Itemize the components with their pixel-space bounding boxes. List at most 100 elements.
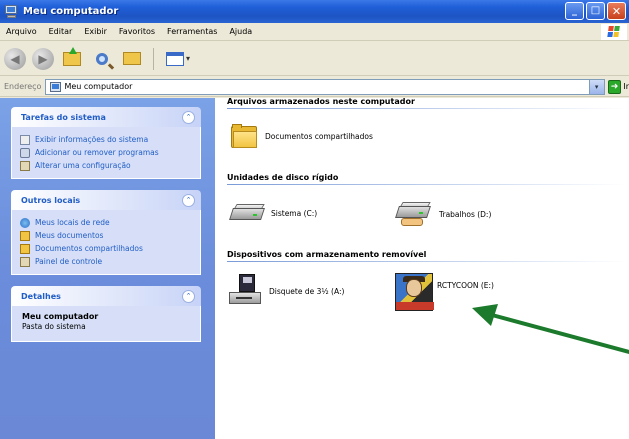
forward-arrow-icon: ▶: [38, 51, 48, 66]
system-tasks-header[interactable]: Tarefas do sistema ⌃: [11, 107, 201, 127]
item-label: RCTYCOON (E:): [437, 280, 494, 290]
chevron-down-icon: ▾: [594, 82, 599, 91]
details-item-type: Pasta do sistema: [22, 322, 86, 331]
group-divider: [227, 261, 627, 262]
menu-arquivo[interactable]: Arquivo: [0, 27, 43, 36]
menu-ajuda[interactable]: Ajuda: [223, 27, 258, 36]
place-shared-documents[interactable]: Documentos compartilhados: [20, 242, 192, 255]
chevron-down-icon: ▾: [185, 54, 190, 63]
folders-icon: [123, 52, 141, 65]
address-input[interactable]: Meu computador ▾: [45, 78, 605, 95]
place-my-documents[interactable]: Meus documentos: [20, 229, 192, 242]
go-button[interactable]: ➜: [607, 79, 622, 94]
drive-c-item[interactable]: Sistema (C:): [229, 202, 317, 224]
group-divider: [227, 184, 627, 185]
rollercoaster-tycoon-cd-icon: [395, 273, 434, 311]
item-label: Documentos compartilhados: [265, 131, 373, 141]
menu-ferramentas[interactable]: Ferramentas: [161, 27, 223, 36]
task-pane: Tarefas do sistema ⌃ Exibir informações …: [0, 98, 215, 439]
folder-icon: [231, 124, 259, 148]
item-label: Trabalhos (D:): [439, 209, 492, 219]
my-documents-icon: [20, 230, 30, 241]
maximize-button[interactable]: □: [586, 2, 605, 20]
task-label: Alterar uma configuração: [35, 161, 131, 170]
panel-title: Tarefas do sistema: [21, 112, 106, 122]
title-bar[interactable]: Meu computador _ □ ✕: [0, 0, 629, 23]
system-tasks-panel: Tarefas do sistema ⌃ Exibir informações …: [11, 107, 201, 179]
other-places-panel: Outros locais ⌃ Meus locais de rede Meus…: [11, 190, 201, 275]
menu-bar: Arquivo Editar Exibir Favoritos Ferramen…: [0, 23, 629, 41]
task-label: Adicionar ou remover programas: [35, 148, 159, 157]
other-places-header[interactable]: Outros locais ⌃: [11, 190, 201, 210]
network-places-icon: [20, 217, 30, 228]
folders-button[interactable]: [120, 47, 144, 71]
go-arrow-icon: ➜: [610, 81, 619, 92]
other-places-body: Meus locais de rede Meus documentos Docu…: [11, 210, 201, 275]
place-label: Painel de controle: [35, 257, 103, 266]
control-panel-icon: [20, 256, 30, 267]
group-header: Dispositivos com armazenamento removível: [227, 250, 427, 259]
place-label: Meus documentos: [35, 231, 104, 240]
drive-a-item[interactable]: Disquete de 3½ (A:): [229, 274, 344, 308]
windows-logo-icon: [601, 24, 627, 40]
address-dropdown-button[interactable]: ▾: [588, 79, 604, 94]
up-folder-button[interactable]: [60, 46, 84, 71]
control-panel-icon: [20, 160, 30, 171]
task-label: Exibir informações do sistema: [35, 135, 149, 144]
hard-drive-icon: [229, 202, 265, 224]
close-button[interactable]: ✕: [607, 2, 626, 20]
search-icon: [96, 52, 108, 65]
place-label: Documentos compartilhados: [35, 244, 143, 253]
menu-favoritos[interactable]: Favoritos: [113, 27, 161, 36]
collapse-icon[interactable]: ⌃: [182, 289, 195, 303]
address-value: Meu computador: [64, 82, 133, 91]
collapse-icon[interactable]: ⌃: [182, 110, 195, 124]
views-icon: [165, 51, 184, 66]
panel-title: Detalhes: [21, 291, 61, 301]
place-network[interactable]: Meus locais de rede: [20, 216, 192, 229]
task-add-remove-programs[interactable]: Adicionar ou remover programas: [20, 146, 192, 159]
floppy-drive-icon: [229, 274, 263, 308]
go-label[interactable]: Ir: [623, 82, 629, 91]
toolbar-separator: [153, 47, 154, 70]
shared-hard-drive-icon: [395, 200, 433, 228]
my-computer-icon: [5, 5, 19, 18]
details-item-name: Meu computador: [22, 312, 99, 321]
details-panel: Detalhes ⌃ Meu computador Pasta do siste…: [11, 286, 201, 342]
views-button[interactable]: ▾: [163, 47, 193, 71]
task-change-setting[interactable]: Alterar uma configuração: [20, 159, 192, 172]
menu-exibir[interactable]: Exibir: [78, 27, 113, 36]
shared-folder-icon: [20, 243, 30, 254]
forward-button[interactable]: ▶: [32, 47, 54, 70]
drive-e-item[interactable]: RCTYCOON (E:): [395, 273, 494, 311]
toolbar: ◀ ▶ ▾: [0, 42, 629, 76]
group-divider: [227, 108, 627, 109]
minimize-button[interactable]: _: [565, 2, 584, 20]
menu-editar[interactable]: Editar: [43, 27, 79, 36]
window-title: Meu computador: [23, 6, 119, 17]
collapse-icon[interactable]: ⌃: [182, 193, 195, 207]
explorer-window: Meu computador _ □ ✕ Arquivo Editar Exib…: [0, 0, 629, 439]
window-controls: _ □ ✕: [565, 2, 626, 20]
details-header[interactable]: Detalhes ⌃: [11, 286, 201, 306]
search-button[interactable]: [90, 47, 114, 71]
back-arrow-icon: ◀: [10, 51, 20, 66]
address-bar: Endereço Meu computador ▾ ➜ Ir: [0, 77, 629, 97]
place-label: Meus locais de rede: [35, 218, 110, 227]
system-info-icon: [20, 134, 30, 145]
shared-documents-item[interactable]: Documentos compartilhados: [231, 124, 373, 148]
task-system-info[interactable]: Exibir informações do sistema: [20, 133, 192, 146]
place-control-panel[interactable]: Painel de controle: [20, 255, 192, 268]
item-label: Sistema (C:): [271, 208, 318, 218]
item-label: Disquete de 3½ (A:): [269, 286, 345, 296]
group-header: Arquivos armazenados neste computador: [227, 97, 415, 106]
drive-d-item[interactable]: Trabalhos (D:): [395, 200, 491, 228]
content-pane: Arquivos armazenados neste computador Do…: [215, 97, 629, 439]
system-tasks-body: Exibir informações do sistema Adicionar …: [11, 127, 201, 179]
address-label: Endereço: [4, 82, 42, 91]
up-folder-icon: [63, 46, 81, 66]
panel-title: Outros locais: [21, 195, 81, 205]
back-button[interactable]: ◀: [4, 47, 26, 70]
add-remove-programs-icon: [20, 147, 30, 158]
group-header: Unidades de disco rígido: [227, 173, 339, 182]
